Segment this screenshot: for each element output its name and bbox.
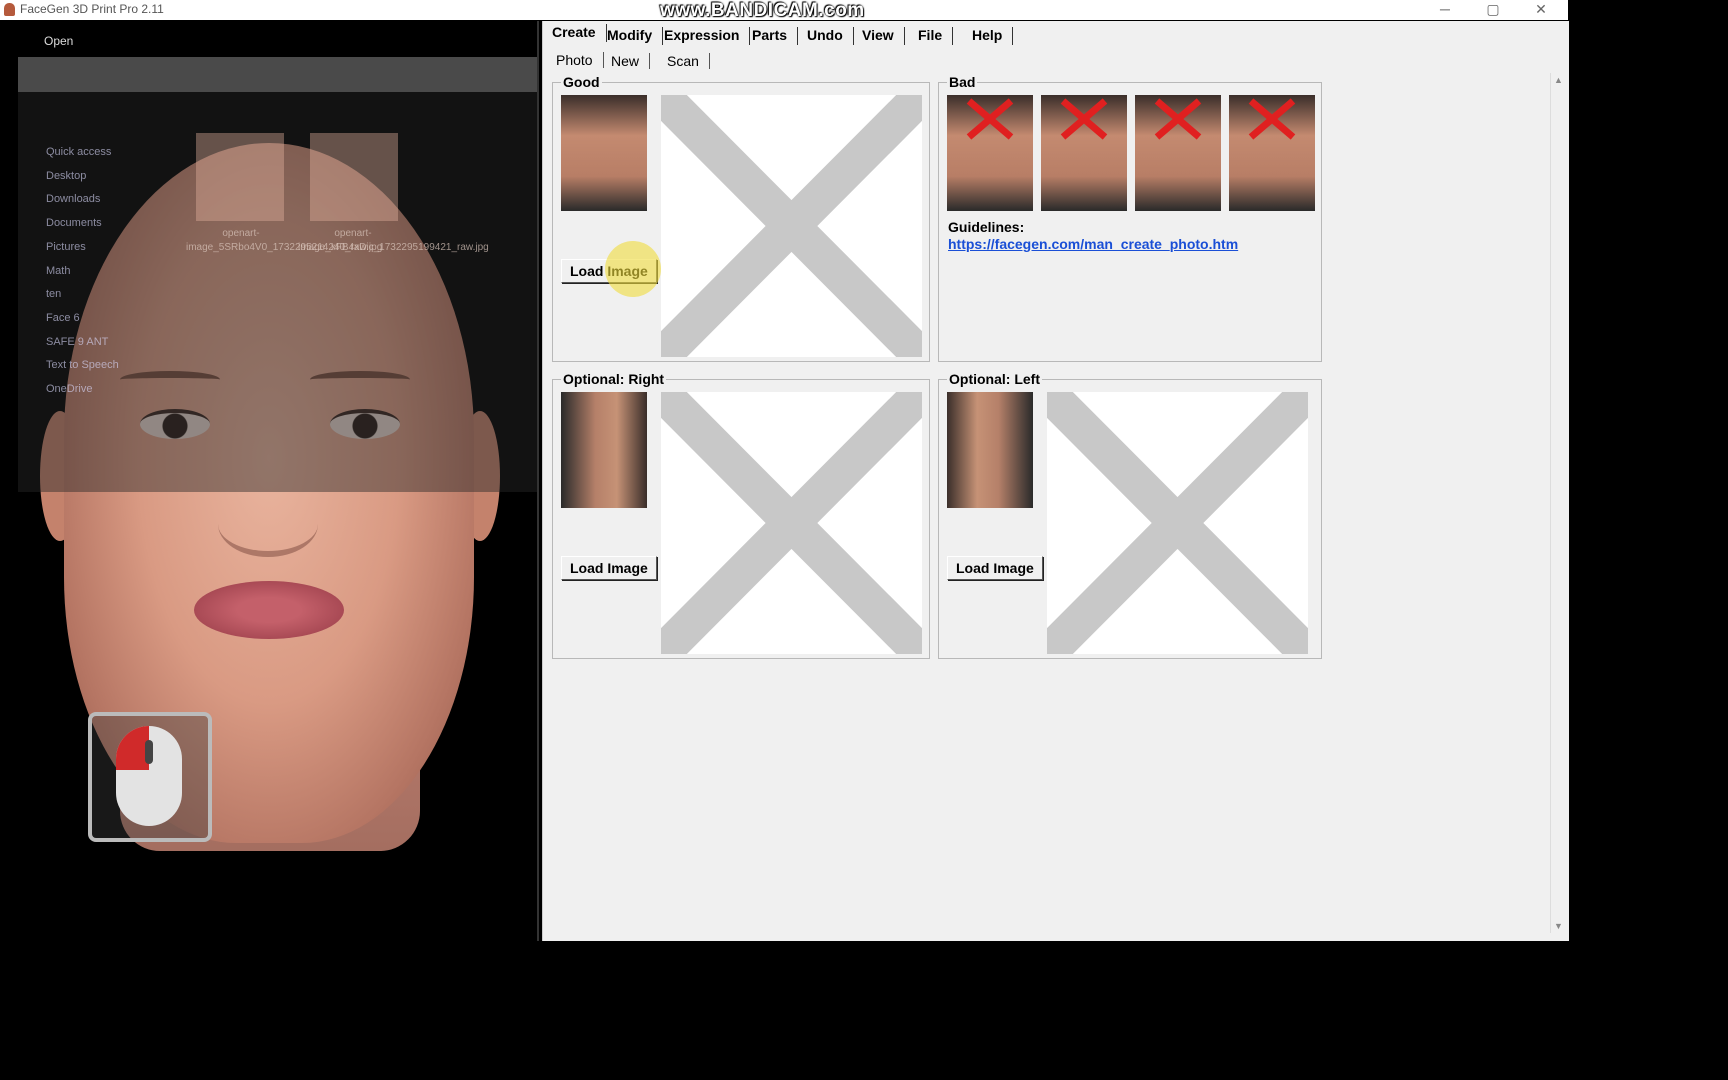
- dialog-sidebar-item[interactable]: Documents: [46, 212, 119, 236]
- photo-placeholder[interactable]: [1047, 392, 1308, 654]
- dialog-file-name[interactable]: openart-image_xFB4xDic_1732295199421_raw…: [298, 227, 489, 255]
- 3d-viewport[interactable]: Open Quick access Desktop Downloads Docu…: [0, 21, 539, 941]
- right-profile-example-photo: [561, 392, 647, 508]
- left-profile-example-photo: [947, 392, 1033, 508]
- dialog-sidebar-item[interactable]: Pictures: [46, 236, 119, 260]
- bad-photo-group: Bad Guidelines: https://facegen.com/man_…: [938, 74, 1322, 362]
- tab-scan[interactable]: Scan: [667, 53, 710, 69]
- minimize-button[interactable]: ─: [1422, 0, 1468, 20]
- dialog-file-thumb[interactable]: [196, 133, 284, 221]
- menu-parts[interactable]: Parts: [752, 27, 799, 45]
- bad-example-photo: [947, 95, 1033, 211]
- open-file-dialog-bar: [18, 57, 537, 92]
- optional-right-label: Optional: Right: [561, 371, 667, 387]
- good-label: Good: [561, 74, 602, 90]
- tab-photo[interactable]: Photo: [556, 52, 604, 68]
- optional-left-label: Optional: Left: [947, 371, 1042, 387]
- dialog-sidebar-item[interactable]: Downloads: [46, 188, 119, 212]
- menu-create[interactable]: Create: [552, 24, 607, 42]
- bad-example-photo: [1041, 95, 1127, 211]
- vertical-scrollbar[interactable]: ▲ ▼: [1550, 73, 1567, 933]
- photo-placeholder[interactable]: [661, 392, 922, 654]
- menu-modify[interactable]: Modify: [607, 27, 664, 45]
- photo-placeholder[interactable]: [661, 95, 922, 357]
- bad-example-photo: [1229, 95, 1315, 211]
- dialog-sidebar-item[interactable]: OneDrive: [46, 378, 119, 402]
- control-panel: Create Modify Expression Parts Undo View…: [542, 21, 1569, 941]
- scroll-down-icon[interactable]: ▼: [1554, 921, 1563, 931]
- guidelines-link[interactable]: https://facegen.com/man_create_photo.htm: [948, 236, 1238, 252]
- dialog-file-thumb[interactable]: [310, 133, 398, 221]
- close-button[interactable]: ✕: [1518, 0, 1564, 20]
- dialog-sidebar-item[interactable]: ten: [46, 283, 119, 307]
- menu-expression[interactable]: Expression: [664, 27, 751, 45]
- open-file-dialog-title: Open: [44, 34, 74, 48]
- guidelines-label: Guidelines:: [948, 219, 1025, 235]
- dialog-sidebar: Quick access Desktop Downloads Documents…: [46, 141, 119, 402]
- maximize-button[interactable]: ▢: [1470, 0, 1516, 20]
- dialog-sidebar-item[interactable]: Desktop: [46, 165, 119, 189]
- title-bar: FaceGen 3D Print Pro 2.11 www.BANDICAM.c…: [0, 0, 1568, 21]
- scroll-up-icon[interactable]: ▲: [1554, 75, 1563, 85]
- tab-new[interactable]: New: [611, 53, 651, 69]
- menu-help[interactable]: Help: [972, 27, 1014, 45]
- dialog-sidebar-item[interactable]: Quick access: [46, 141, 119, 165]
- optional-right-group: Optional: Right Load Image: [552, 371, 930, 659]
- load-image-button-left[interactable]: Load Image: [947, 556, 1043, 580]
- good-photo-group: Good Load Image: [552, 74, 930, 362]
- menu-undo[interactable]: Undo: [807, 27, 854, 45]
- bad-example-photo: [1135, 95, 1221, 211]
- mouse-click-indicator-icon: [88, 712, 212, 842]
- good-example-photo: [561, 95, 647, 211]
- bottom-bar: [0, 941, 1568, 980]
- recording-watermark: www.BANDICAM.com: [660, 0, 865, 21]
- dialog-sidebar-item[interactable]: Text to Speech: [46, 354, 119, 378]
- optional-left-group: Optional: Left Load Image: [938, 371, 1322, 659]
- dialog-sidebar-item[interactable]: SAFE 9 ANT: [46, 331, 119, 355]
- dialog-sidebar-item[interactable]: Math: [46, 260, 119, 284]
- window-title: FaceGen 3D Print Pro 2.11: [20, 2, 164, 16]
- dialog-file-name[interactable]: openart-image_5SRbo4V0_1732295214240_raw…: [186, 227, 382, 255]
- bad-label: Bad: [947, 74, 978, 90]
- app-icon: [4, 3, 15, 16]
- model-nose: [218, 491, 318, 557]
- main-menu: Create Modify Expression Parts Undo View…: [543, 21, 1569, 49]
- model-lips: [194, 581, 344, 639]
- dialog-sidebar-item[interactable]: Face 6: [46, 307, 119, 331]
- menu-file[interactable]: File: [918, 27, 954, 45]
- menu-view[interactable]: View: [862, 27, 905, 45]
- load-image-button-right[interactable]: Load Image: [561, 556, 657, 580]
- cursor-highlight: [605, 241, 661, 297]
